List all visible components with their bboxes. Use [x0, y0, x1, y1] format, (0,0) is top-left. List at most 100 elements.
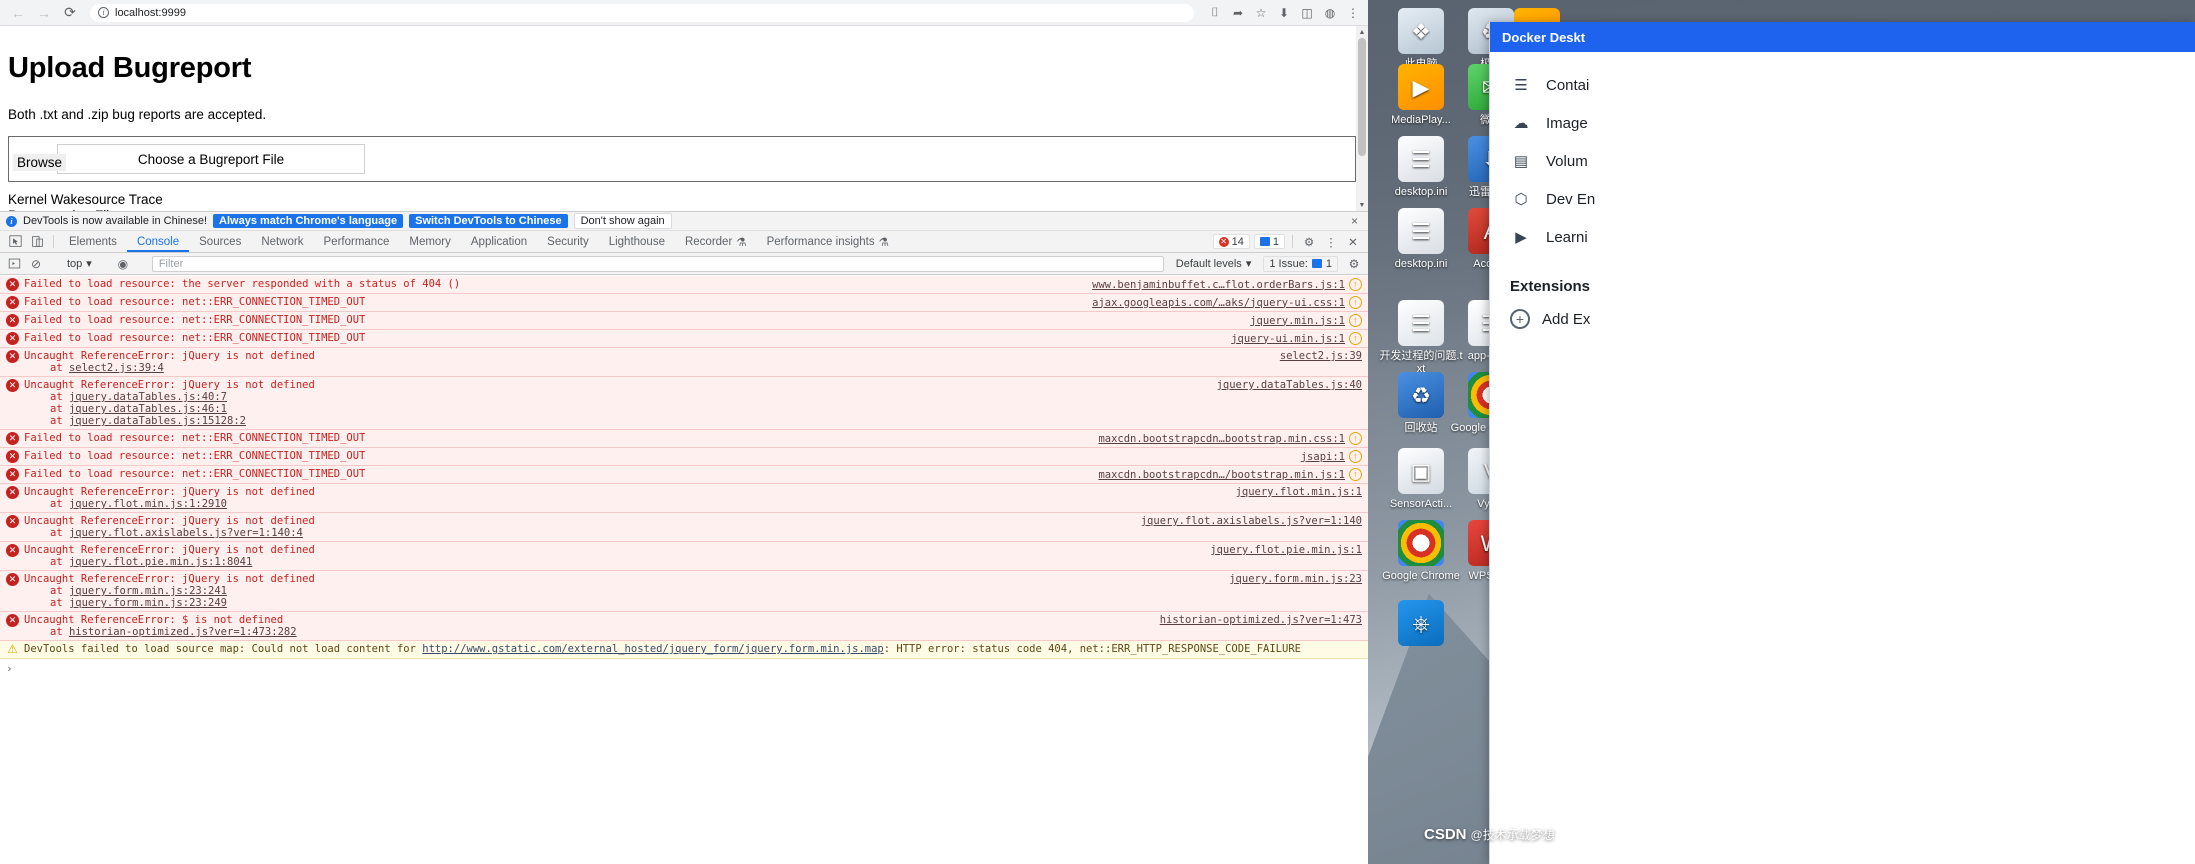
execution-context-select[interactable]: top ▾	[61, 257, 98, 271]
tab-network[interactable]: Network	[251, 231, 313, 252]
console-row[interactable]: ✕ Uncaught ReferenceError: $ is not defin…	[0, 612, 1368, 641]
docker-nav-images[interactable]: ☁ Image	[1490, 104, 2195, 142]
console-row[interactable]: ✕ Failed to load resource: net::ERR_CONNE…	[0, 430, 1368, 448]
source-link[interactable]: jquery.min.js:1	[1250, 315, 1345, 327]
message-count-badge[interactable]: 1	[1253, 234, 1285, 249]
tab-recorder[interactable]: Recorder ⚗	[675, 231, 757, 252]
stack-frame-link[interactable]: jquery.form.min.js:23:249	[69, 597, 227, 609]
stack-frame-link[interactable]: select2.js:39:4	[69, 362, 164, 374]
console-row[interactable]: ✕ Uncaught ReferenceError: jQuery is not …	[0, 571, 1368, 612]
docker-nav-learning-center[interactable]: ▶ Learni	[1490, 218, 2195, 256]
tab-performance-insights[interactable]: Performance insights ⚗	[757, 231, 899, 252]
console-row[interactable]: ✕ Uncaught ReferenceError: jQuery is not …	[0, 377, 1368, 430]
clear-console-icon[interactable]: ⊘	[26, 255, 46, 273]
console-row[interactable]: ✕ Uncaught ReferenceError: jQuery is not …	[0, 513, 1368, 542]
issue-warning-icon[interactable]: ↑	[1349, 468, 1362, 481]
profile-icon[interactable]: ◍	[1323, 6, 1337, 20]
console-sidebar-icon[interactable]	[4, 255, 24, 273]
console-row[interactable]: ✕ Failed to load resource: net::ERR_CONNE…	[0, 330, 1368, 348]
always-match-language-button[interactable]: Always match Chrome's language	[213, 214, 404, 228]
stack-frame-link[interactable]: jquery.dataTables.js:46:1	[69, 403, 227, 415]
qr-share-icon[interactable]: ⌷	[1208, 5, 1222, 20]
source-link[interactable]: select2.js:39	[1280, 350, 1362, 362]
source-link[interactable]: jsapi:1	[1301, 451, 1345, 463]
stack-frame-link[interactable]: jquery.form.min.js:23:241	[69, 585, 227, 597]
source-map-url-link[interactable]: http://www.gstatic.com/external_hosted/j…	[422, 643, 883, 655]
stack-frame-link[interactable]: jquery.flot.min.js:1:2910	[69, 498, 227, 510]
console-row[interactable]: ✕ Uncaught ReferenceError: jQuery is not …	[0, 348, 1368, 377]
tab-security[interactable]: Security	[537, 231, 599, 252]
settings-gear-icon[interactable]: ⚙	[1298, 231, 1320, 252]
console-row[interactable]: ✕ Failed to load resource: net::ERR_CONNE…	[0, 466, 1368, 484]
devtools-more-icon[interactable]: ⋮	[1320, 231, 1342, 252]
issue-warning-icon[interactable]: ↑	[1349, 296, 1362, 309]
source-link[interactable]: www.benjaminbuffet.c…flot.orderBars.js:1	[1092, 279, 1345, 291]
docker-desktop-window[interactable]: Docker Deskt ☰ Contai ☁ Image ▤ Volum ⬡ …	[1489, 22, 2195, 864]
kebab-menu-icon[interactable]: ⋮	[1346, 6, 1360, 20]
forward-button[interactable]: →	[34, 3, 54, 23]
console-filter-input[interactable]: Filter	[151, 255, 1164, 272]
switch-devtools-chinese-button[interactable]: Switch DevTools to Chinese	[409, 214, 568, 228]
star-icon[interactable]: ☆	[1254, 6, 1268, 20]
console-row[interactable]: ✕ Failed to load resource: net::ERR_CONNE…	[0, 294, 1368, 312]
console-row[interactable]: ✕ Failed to load resource: net::ERR_CONNE…	[0, 448, 1368, 466]
scroll-up-arrow[interactable]: ▲	[1356, 26, 1368, 38]
browse-button[interactable]: Browse	[13, 154, 67, 171]
source-link[interactable]: jquery.flot.min.js:1	[1236, 486, 1362, 498]
console-settings-gear-icon[interactable]: ⚙	[1344, 255, 1364, 273]
tab-sources[interactable]: Sources	[189, 231, 251, 252]
inspect-element-icon[interactable]	[4, 231, 26, 252]
download-icon[interactable]: ⬇	[1277, 6, 1291, 20]
tab-application[interactable]: Application	[461, 231, 537, 252]
source-link[interactable]: ajax.googleapis.com/…aks/jquery-ui.css:1	[1092, 297, 1345, 309]
close-devtools-icon[interactable]: ✕	[1342, 231, 1364, 252]
console-input-prompt[interactable]: ›	[0, 659, 1368, 678]
console-row[interactable]: ⚠ DevTools failed to load source map: Cou…	[0, 641, 1368, 659]
tab-console[interactable]: Console	[127, 231, 189, 252]
dont-show-again-button[interactable]: Don't show again	[573, 213, 672, 229]
device-toolbar-icon[interactable]	[26, 231, 48, 252]
sidepanel-icon[interactable]: ◫	[1300, 6, 1314, 20]
docker-nav-dev-environments[interactable]: ⬡ Dev En	[1490, 180, 2195, 218]
docker-nav-volumes[interactable]: ▤ Volum	[1490, 142, 2195, 180]
scrollbar-thumb[interactable]	[1358, 38, 1366, 156]
live-expression-eye-icon[interactable]: ◉	[113, 255, 133, 273]
address-bar[interactable]: i localhost:9999	[90, 3, 1194, 22]
page-scrollbar[interactable]: ▲ ▼	[1356, 26, 1368, 211]
tab-lighthouse[interactable]: Lighthouse	[599, 231, 675, 252]
error-count-badge[interactable]: ✕ 14	[1212, 234, 1250, 249]
source-link[interactable]: jquery-ui.min.js:1	[1231, 333, 1345, 345]
add-extensions-button[interactable]: + Add Ex	[1490, 301, 2195, 337]
console-row[interactable]: ✕ Failed to load resource: the server res…	[0, 276, 1368, 294]
console-row[interactable]: ✕ Uncaught ReferenceError: jQuery is not …	[0, 542, 1368, 571]
source-link[interactable]: maxcdn.bootstrapcdn…bootstrap.min.css:1	[1098, 433, 1345, 445]
source-link[interactable]: jquery.form.min.js:23	[1229, 573, 1362, 585]
close-banner-icon[interactable]: ×	[1351, 214, 1362, 228]
console-row[interactable]: ✕ Failed to load resource: net::ERR_CONNE…	[0, 312, 1368, 330]
issue-warning-icon[interactable]: ↑	[1349, 432, 1362, 445]
file-name-field[interactable]: Choose a Bugreport File	[57, 144, 365, 174]
desktop-icon-16[interactable]: ⎈	[1378, 600, 1464, 650]
source-link[interactable]: jquery.flot.axislabels.js?ver=1:140	[1141, 515, 1362, 527]
issue-warning-icon[interactable]: ↑	[1349, 332, 1362, 345]
stack-frame-link[interactable]: historian-optimized.js?ver=1:473:282	[69, 626, 297, 638]
tab-memory[interactable]: Memory	[399, 231, 461, 252]
back-button[interactable]: ←	[8, 3, 28, 23]
issue-warning-icon[interactable]: ↑	[1349, 314, 1362, 327]
source-link[interactable]: jquery.dataTables.js:40	[1217, 379, 1362, 391]
issues-badge[interactable]: 1 Issue: 1	[1263, 255, 1338, 272]
console-message-list[interactable]: ✕ Failed to load resource: the server res…	[0, 276, 1368, 864]
stack-frame-link[interactable]: jquery.dataTables.js:40:7	[69, 391, 227, 403]
stack-frame-link[interactable]: jquery.dataTables.js:15128:2	[69, 415, 246, 427]
log-levels-select[interactable]: Default levels ▾	[1170, 257, 1258, 271]
share-icon[interactable]: ➦	[1231, 6, 1245, 20]
source-link[interactable]: maxcdn.bootstrapcdn…/bootstrap.min.js:1	[1098, 469, 1345, 481]
issue-warning-icon[interactable]: ↑	[1349, 450, 1362, 463]
tab-performance[interactable]: Performance	[314, 231, 400, 252]
stack-frame-link[interactable]: jquery.flot.pie.min.js:1:8041	[69, 556, 252, 568]
site-info-icon[interactable]: i	[98, 7, 109, 18]
issue-warning-icon[interactable]: ↑	[1349, 278, 1362, 291]
source-link[interactable]: historian-optimized.js?ver=1:473	[1160, 614, 1362, 626]
console-row[interactable]: ✕ Uncaught ReferenceError: jQuery is not …	[0, 484, 1368, 513]
reload-button[interactable]: ⟳	[60, 3, 80, 23]
